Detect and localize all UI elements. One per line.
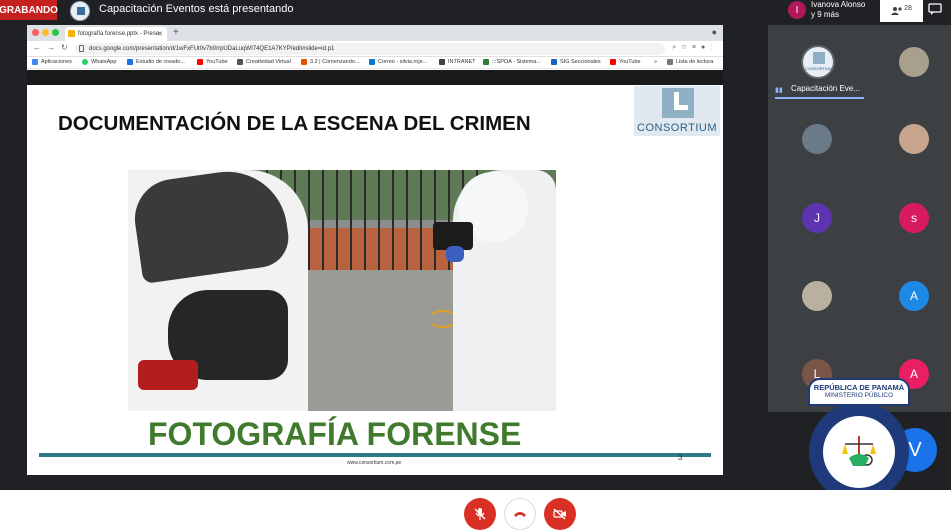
slide-subtitle: FOTOGRAFÍA FORENSE (148, 416, 522, 452)
minimize-window-dot[interactable] (42, 29, 49, 36)
people-button[interactable]: 28 (880, 0, 923, 22)
consortium-logo-text: CONSORTIUM (637, 122, 717, 134)
more-bookmarks-icon[interactable]: » (654, 59, 657, 65)
seal-line-1: REPÚBLICA DE PANAMÁ (813, 383, 905, 392)
people-count: 28 (904, 4, 912, 12)
participant-names: Ivanova Alonso y 9 más (811, 0, 881, 20)
bookmark-item[interactable]: :::SPOA - Sistema... (483, 59, 541, 65)
ministry-seal-logo: INSTITUTO DE MEDICINA LEGAL Y CIENCIAS F… (808, 378, 910, 502)
participant-photo-avatar[interactable] (899, 124, 929, 154)
photo-glove (446, 246, 464, 262)
bookmark-item[interactable]: Estudio de creado... (127, 59, 185, 65)
crime-scene-photo (128, 170, 556, 411)
presenter-logo-text: CONSORTIUM (805, 66, 833, 71)
reading-list-icon (667, 59, 673, 65)
url-text: docs.google.com/presentation/d/1wFxFUt0v… (89, 46, 335, 52)
participant-photo-avatar[interactable] (802, 124, 832, 154)
consortium-small-logo (813, 52, 825, 64)
forward-icon[interactable]: → (47, 43, 55, 52)
participant-initial-avatar[interactable]: J (802, 203, 832, 233)
presenter-avatar (70, 1, 90, 21)
participant-photo-avatar[interactable] (802, 281, 832, 311)
bookmark-item[interactable]: WhatsApp (82, 59, 116, 65)
mic-toggle-button[interactable] (464, 498, 496, 530)
youtube-icon (197, 59, 203, 65)
close-icon[interactable]: ● (712, 27, 717, 37)
slide-footer-url: www.consortium.com.pe (347, 460, 402, 466)
bookmark-item[interactable]: 3.2 | Comenzando... (301, 59, 359, 65)
bookmark-icon (127, 59, 133, 65)
reading-list[interactable]: Lista de lectura (667, 59, 713, 65)
tab-close-icon[interactable]: ✕ (157, 30, 163, 38)
seal-outer-ring: INSTITUTO DE MEDICINA LEGAL Y CIENCIAS F… (809, 402, 909, 502)
toolbar-extension-icons[interactable]: ⌕☆≡●⋮ (672, 44, 717, 52)
reload-icon[interactable]: ↻ (61, 43, 68, 52)
camera-toggle-button[interactable] (544, 498, 576, 530)
recording-badge: GRABANDO (0, 0, 58, 20)
bookmark-item[interactable]: YouTube (197, 59, 228, 65)
slide-title: DOCUMENTACIÓN DE LA ESCENA DEL CRIMEN (58, 112, 531, 135)
shared-browser-window: fotografía forense.pptx - Prese ✕ + ● ← … (27, 25, 723, 475)
chat-icon (928, 3, 942, 15)
people-icon (891, 7, 902, 15)
close-window-dot[interactable] (32, 29, 39, 36)
chat-button[interactable] (928, 3, 944, 17)
bookmark-item[interactable]: Aplicaciones (32, 59, 72, 65)
mic-off-icon (474, 508, 486, 520)
participants-panel: CONSORTIUM ▮▮ Capacitación Eve... J S A … (768, 25, 951, 412)
bookmark-item[interactable]: YouTube (610, 59, 641, 65)
participant-initial-avatar[interactable]: S (899, 203, 929, 233)
youtube-icon (610, 59, 616, 65)
audio-level-icon: ▮▮ (775, 87, 783, 94)
slide-top-margin (27, 70, 723, 85)
hang-up-icon (514, 512, 526, 517)
back-icon[interactable]: ← (33, 43, 41, 52)
participant-photo-avatar[interactable] (899, 47, 929, 77)
participant-name-line1: Ivanova Alonso (811, 0, 866, 9)
bookmark-item[interactable]: INTRANET (439, 59, 476, 65)
tab-title: fotografía forense.pptx - Prese (78, 31, 160, 37)
bookmark-item[interactable]: SIG Seccionales (551, 59, 601, 65)
browser-toolbar: ← → ↻ docs.google.com/presentation/d/1wF… (27, 41, 723, 57)
presenter-tile-label: Capacitación Eve... (791, 84, 860, 93)
slide-footer-rule (39, 453, 711, 457)
bookmark-icon (439, 59, 445, 65)
seal-banner: REPÚBLICA DE PANAMÁ MINISTERIO PÚBLICO (808, 378, 910, 406)
scales-emblem-icon (842, 436, 876, 466)
seal-line-2: MINISTERIO PÚBLICO (824, 392, 894, 399)
tab-strip: fotografía forense.pptx - Prese ✕ + ● (27, 25, 723, 41)
participant-initial-avatar[interactable]: A (899, 281, 929, 311)
meet-top-bar: GRABANDO Capacitación Eventos está prese… (0, 0, 951, 22)
mail-icon (369, 59, 375, 65)
participant-avatar-top: I (788, 1, 806, 19)
address-bar[interactable]: docs.google.com/presentation/d/1wFxFUt0v… (75, 43, 665, 55)
lock-icon (79, 45, 84, 52)
meet-control-bar (0, 490, 951, 532)
bookmark-icon (483, 59, 489, 65)
new-tab-icon[interactable]: + (173, 27, 179, 38)
tab-slides[interactable]: fotografía forense.pptx - Prese ✕ (65, 27, 167, 41)
bookmark-item[interactable]: Creatividad Virtual (237, 59, 291, 65)
whatsapp-icon (82, 59, 88, 65)
camera-off-icon (553, 508, 566, 520)
bookmark-icon (301, 59, 307, 65)
maximize-window-dot[interactable] (52, 29, 59, 36)
google-icon (237, 59, 243, 65)
leave-call-button[interactable] (504, 498, 536, 530)
consortium-logo: CONSORTIUM (634, 86, 720, 136)
presenter-tile-avatar[interactable]: CONSORTIUM (801, 45, 835, 79)
slide-canvas: DOCUMENTACIÓN DE LA ESCENA DEL CRIMEN CO… (27, 70, 723, 475)
slide-page-number: 3 (678, 453, 683, 462)
bookmark-item[interactable]: Correo - silvia.roje... (369, 59, 427, 65)
bookmark-icon (32, 59, 38, 65)
bookmarks-bar: Aplicaciones WhatsApp Estudio de creado.… (27, 57, 723, 69)
photo-taillight (138, 360, 198, 390)
presenter-highlight-bar (775, 97, 864, 99)
bookmark-icon (551, 59, 557, 65)
consortium-logo-mark (662, 88, 694, 118)
presenting-status: Capacitación Eventos está presentando (99, 3, 294, 15)
slides-icon (68, 30, 75, 37)
participant-name-line2: y 9 más (811, 10, 840, 19)
